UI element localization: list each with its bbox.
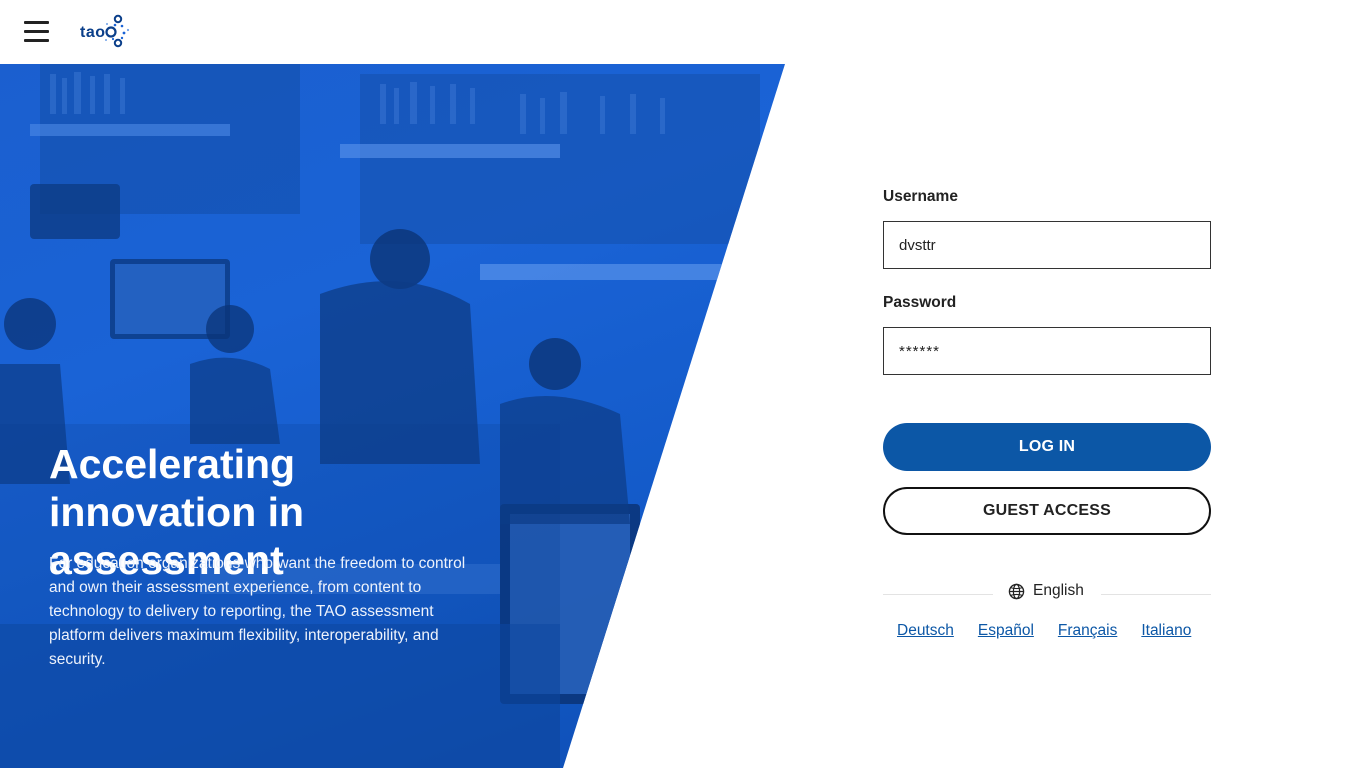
hero-section: Accelerating innovation in assessment Fo… xyxy=(0,64,785,768)
password-input[interactable] xyxy=(883,327,1211,375)
divider xyxy=(1101,594,1211,595)
language-link-deutsch[interactable]: Deutsch xyxy=(897,622,954,640)
globe-icon xyxy=(1008,583,1025,599)
hero-description: For education organizations who want the… xyxy=(49,555,466,668)
menu-bar-line xyxy=(24,30,49,33)
language-link-italiano[interactable]: Italiano xyxy=(1141,622,1191,640)
guest-access-button[interactable]: GUEST ACCESS xyxy=(883,487,1211,535)
username-input[interactable] xyxy=(883,221,1211,269)
login-button[interactable]: LOG IN xyxy=(883,423,1211,471)
language-link-francais[interactable]: Français xyxy=(1058,622,1117,640)
language-link-espanol[interactable]: Español xyxy=(978,622,1034,640)
tao-dots-logo-icon xyxy=(105,14,130,48)
divider xyxy=(883,594,993,595)
password-label: Password xyxy=(883,294,957,311)
top-header: tao xyxy=(0,0,1366,64)
current-language-label: English xyxy=(1033,582,1084,599)
menu-bar-line xyxy=(24,21,49,24)
language-links: Deutsch Español Français Italiano xyxy=(897,622,1207,640)
language-selector: English xyxy=(883,582,1211,606)
username-label: Username xyxy=(883,188,958,205)
menu-bar-line xyxy=(24,39,49,42)
hamburger-menu-icon[interactable] xyxy=(24,20,49,44)
tao-logo[interactable]: tao xyxy=(78,14,134,50)
current-language: English xyxy=(1008,582,1084,600)
